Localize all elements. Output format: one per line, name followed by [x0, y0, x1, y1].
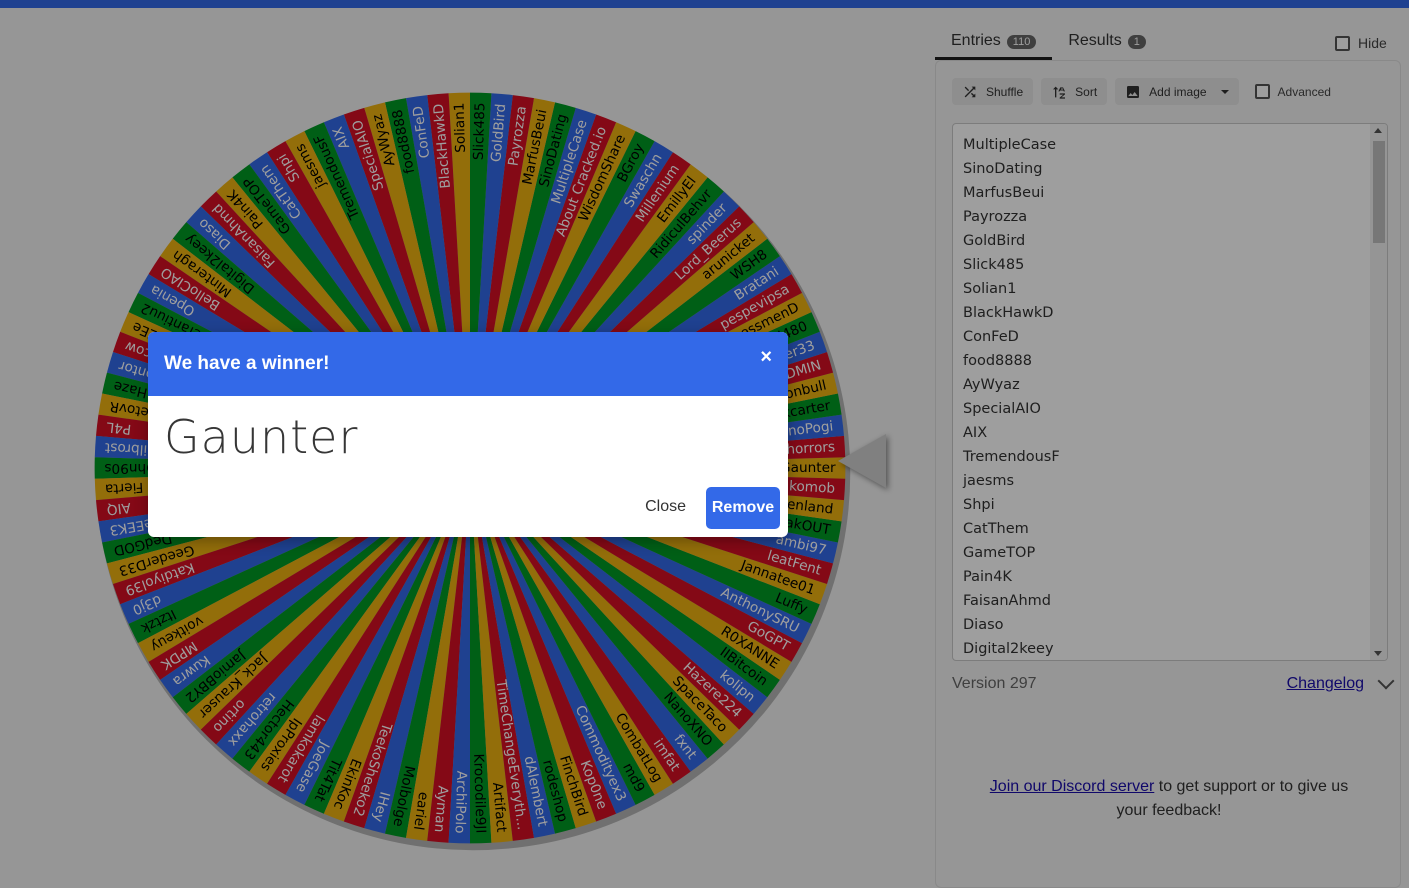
close-button[interactable]: Close [645, 498, 686, 516]
dialog-title: We have a winner! [164, 353, 330, 374]
close-icon[interactable]: × [760, 346, 772, 369]
remove-button[interactable]: Remove [706, 487, 780, 529]
dialog-header: We have a winner! × [148, 332, 788, 396]
winner-dialog: We have a winner! × Gaunter Close Remove [148, 332, 788, 537]
winner-name: Gaunter [164, 410, 359, 464]
